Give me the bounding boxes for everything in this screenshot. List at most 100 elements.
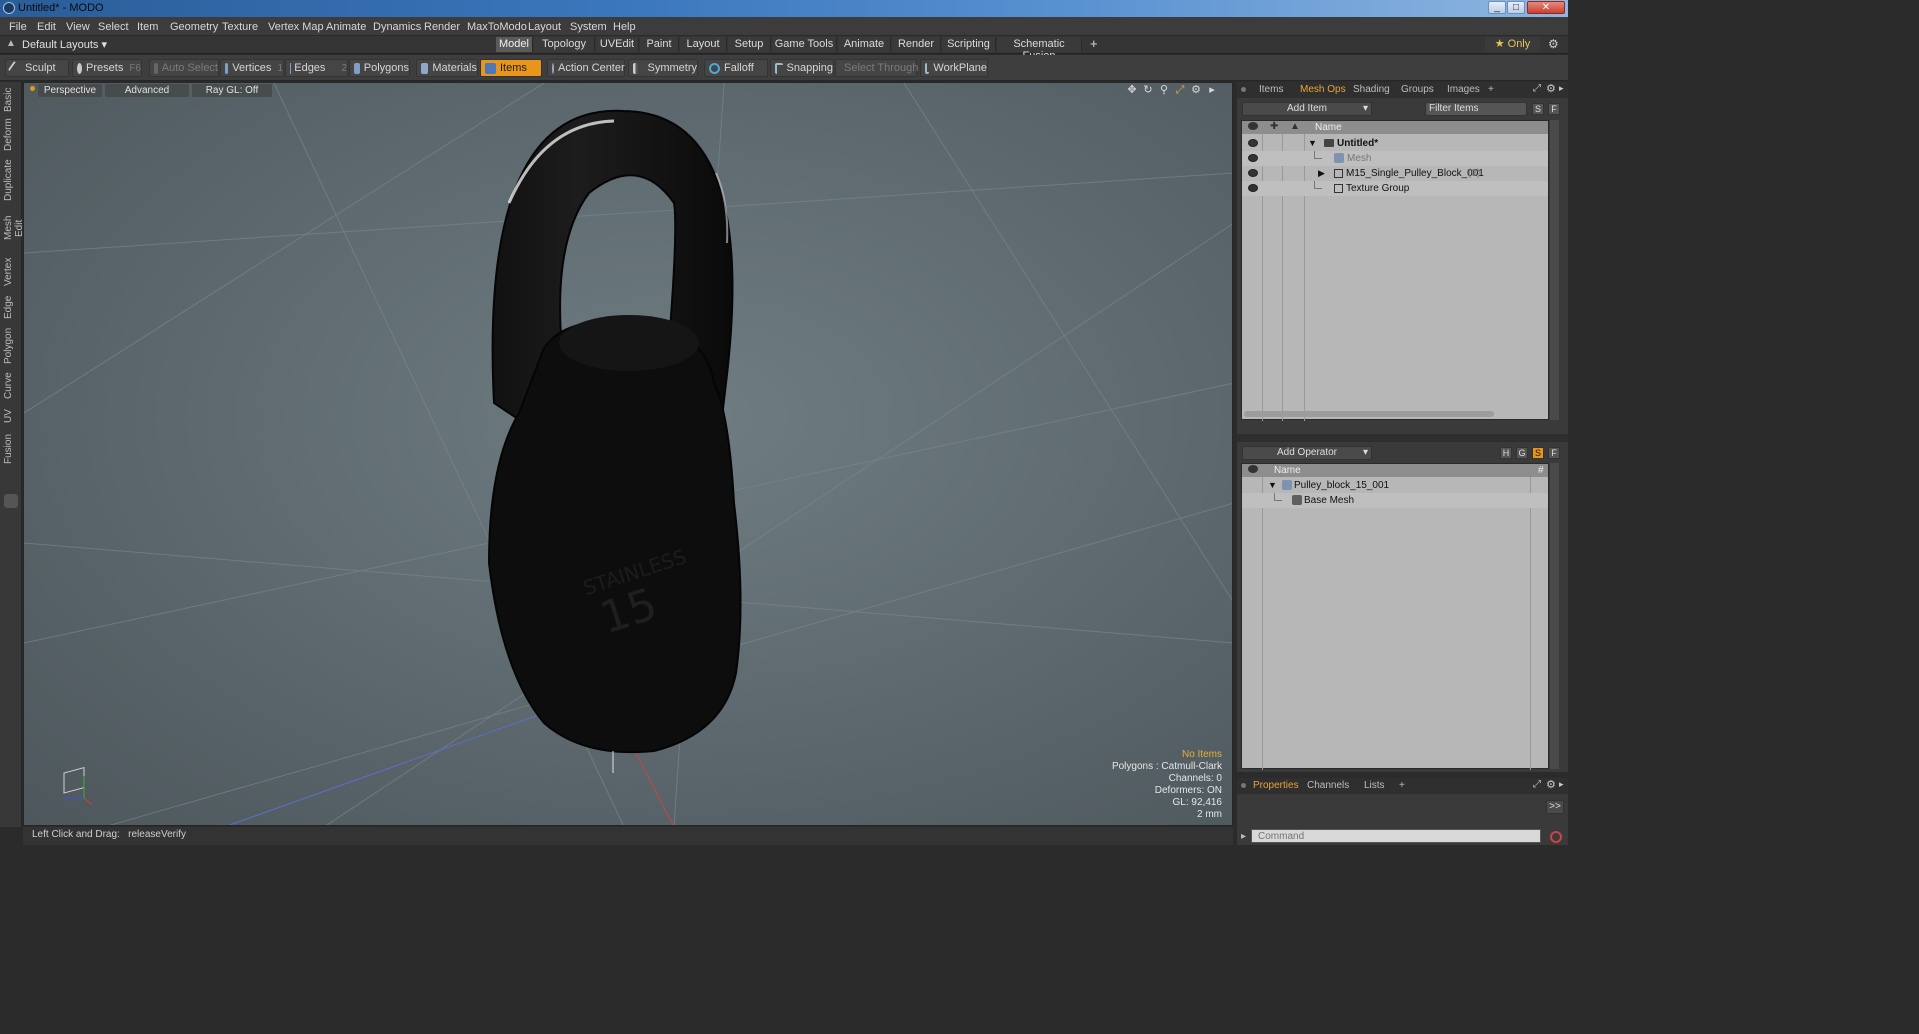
- vertices-button[interactable]: Vertices 1: [220, 59, 284, 77]
- layout-settings-gear-icon[interactable]: ⚙: [1548, 37, 1559, 51]
- presets-button[interactable]: Presets F6: [72, 59, 142, 77]
- vtab-basic[interactable]: Basic: [3, 86, 19, 114]
- tab-groups[interactable]: Groups: [1401, 84, 1434, 95]
- expand-triangle-icon[interactable]: ▼: [1308, 138, 1317, 148]
- symmetry-button[interactable]: Symmetry: [628, 59, 698, 77]
- vtab-duplicate[interactable]: Duplicate: [3, 158, 19, 202]
- items-f-button[interactable]: F: [1548, 103, 1560, 115]
- item-list[interactable]: ✚ ▲ Name ▼ Untitled* Mesh ▶ M15_Single_P…: [1241, 120, 1549, 421]
- vtab-uv[interactable]: UV: [3, 406, 19, 426]
- vtab-polygon[interactable]: Polygon: [3, 326, 19, 366]
- items-panel-gear-icon[interactable]: ⚙: [1546, 82, 1556, 95]
- sculpt-button[interactable]: Sculpt: [5, 59, 69, 77]
- items-panel-maximize-icon[interactable]: ⤢: [1533, 83, 1541, 94]
- ops-s-button[interactable]: S: [1532, 447, 1544, 459]
- properties-gear-icon[interactable]: ⚙: [1546, 778, 1556, 791]
- vtab-edge[interactable]: Edge: [3, 294, 19, 320]
- panel-splitter[interactable]: [1237, 434, 1568, 442]
- tab-game-tools[interactable]: Game Tools: [772, 37, 837, 52]
- tab-shading[interactable]: Shading: [1353, 84, 1390, 95]
- items-panel-arrow-icon[interactable]: ▸: [1559, 83, 1564, 94]
- visibility-eye-icon[interactable]: [1248, 169, 1258, 177]
- pan-move-icon[interactable]: ✥: [1126, 84, 1138, 96]
- tab-images[interactable]: Images: [1447, 84, 1480, 95]
- menu-help[interactable]: Help: [613, 21, 636, 33]
- properties-maximize-icon[interactable]: ⤢: [1533, 779, 1541, 790]
- list-item-untitled[interactable]: ▼ Untitled*: [1242, 136, 1548, 151]
- items-panel-vscrollbar[interactable]: [1550, 120, 1559, 420]
- menu-texture[interactable]: Texture: [222, 21, 258, 33]
- properties-menu-dot-icon[interactable]: [1241, 783, 1246, 788]
- viewport-gear-icon[interactable]: ⚙: [1190, 84, 1202, 96]
- menu-select[interactable]: Select: [98, 21, 129, 33]
- add-item-dropdown[interactable]: Add Item ▾: [1242, 102, 1372, 116]
- raygl-dropdown[interactable]: Ray GL: Off: [192, 84, 272, 97]
- default-layouts-dropdown[interactable]: Default Layouts ▾: [22, 38, 107, 51]
- tab-uvedit[interactable]: UVEdit: [596, 37, 639, 52]
- vtab-deform[interactable]: Deform: [3, 118, 19, 152]
- expand-properties-button[interactable]: >>: [1546, 800, 1564, 814]
- 3d-viewport[interactable]: STAINLESS 15 Perspective Advanced Ray GL…: [23, 82, 1233, 826]
- ops-f-button[interactable]: F: [1548, 447, 1560, 459]
- menu-edit[interactable]: Edit: [37, 21, 56, 33]
- operator-row-base-mesh[interactable]: Base Mesh: [1242, 493, 1548, 508]
- tab-schematic-fusion[interactable]: Schematic Fusion: [997, 37, 1082, 62]
- menu-maxtomodo[interactable]: MaxToModo: [467, 21, 527, 33]
- menu-vertex-map[interactable]: Vertex Map: [268, 21, 324, 33]
- vtab-fusion[interactable]: Fusion: [3, 432, 19, 466]
- ops-g-button[interactable]: G: [1516, 447, 1528, 459]
- tab-properties[interactable]: Properties: [1253, 780, 1299, 791]
- menu-geometry[interactable]: Geometry: [170, 21, 218, 33]
- tab-render[interactable]: Render: [892, 37, 941, 52]
- menu-item[interactable]: Item: [137, 21, 158, 33]
- add-tab-button[interactable]: +: [1090, 36, 1098, 51]
- command-record-icon[interactable]: [1550, 831, 1562, 843]
- menu-animate[interactable]: Animate: [326, 21, 366, 33]
- tab-model[interactable]: Model: [496, 37, 533, 52]
- zoom-icon[interactable]: ⚲: [1158, 84, 1170, 96]
- add-operator-dropdown[interactable]: Add Operator ▾: [1242, 446, 1372, 460]
- vtab-mesh-edit[interactable]: Mesh Edit: [3, 206, 25, 250]
- workplane-button[interactable]: WorkPlane: [920, 59, 988, 77]
- menu-system[interactable]: System: [570, 21, 607, 33]
- tab-mesh-ops[interactable]: Mesh Ops: [1300, 84, 1346, 95]
- advanced-dropdown[interactable]: Advanced: [105, 84, 189, 97]
- menu-view[interactable]: View: [66, 21, 90, 33]
- item-list-hscrollbar[interactable]: [1244, 411, 1494, 417]
- operator-row-pulley-block[interactable]: ▼ Pulley_block_15_001: [1242, 478, 1548, 493]
- filter-items-input[interactable]: Filter Items: [1425, 102, 1527, 116]
- polygons-button[interactable]: Polygons: [349, 59, 410, 77]
- fit-view-icon[interactable]: ⤢: [1174, 84, 1186, 96]
- minimize-button[interactable]: _: [1488, 1, 1506, 14]
- list-item-texture-group[interactable]: Texture Group: [1242, 181, 1548, 196]
- expand-triangle-icon[interactable]: ▼: [1268, 480, 1277, 490]
- perspective-dropdown[interactable]: Perspective: [38, 84, 102, 97]
- layout-collapse-icon[interactable]: ▲: [6, 38, 16, 49]
- close-button[interactable]: ✕: [1527, 1, 1565, 14]
- tab-animate[interactable]: Animate: [838, 37, 891, 52]
- visibility-eye-icon[interactable]: [1248, 184, 1258, 192]
- tab-scripting[interactable]: Scripting: [942, 37, 996, 52]
- tab-add[interactable]: +: [1488, 84, 1494, 95]
- vtab-curve[interactable]: Curve: [3, 372, 19, 400]
- materials-button[interactable]: Materials: [416, 59, 478, 77]
- list-item-mesh[interactable]: Mesh: [1242, 151, 1548, 166]
- operator-list[interactable]: Name # ▼ Pulley_block_15_001 Base Mesh: [1241, 463, 1549, 770]
- left-strip-toggle-button[interactable]: [4, 494, 18, 508]
- properties-arrow-icon[interactable]: ▸: [1559, 779, 1564, 790]
- visibility-eye-icon[interactable]: [1248, 154, 1258, 162]
- tab-channels[interactable]: Channels: [1307, 780, 1349, 791]
- only-button[interactable]: ★ Only: [1485, 37, 1540, 52]
- vtab-vertex[interactable]: Vertex: [3, 256, 19, 288]
- select-through-button[interactable]: Select Through: [835, 59, 918, 77]
- tab-lists[interactable]: Lists: [1364, 780, 1385, 791]
- visibility-eye-icon[interactable]: [1248, 139, 1258, 147]
- items-button[interactable]: Items: [480, 59, 542, 77]
- action-center-button[interactable]: Action Center: [547, 59, 625, 77]
- ops-h-button[interactable]: H: [1500, 447, 1512, 459]
- tab-paint[interactable]: Paint: [640, 37, 679, 52]
- menu-render[interactable]: Render: [424, 21, 460, 33]
- menu-file[interactable]: File: [9, 21, 27, 33]
- tab-topology[interactable]: Topology: [534, 37, 595, 52]
- ops-panel-vscrollbar[interactable]: [1550, 463, 1559, 769]
